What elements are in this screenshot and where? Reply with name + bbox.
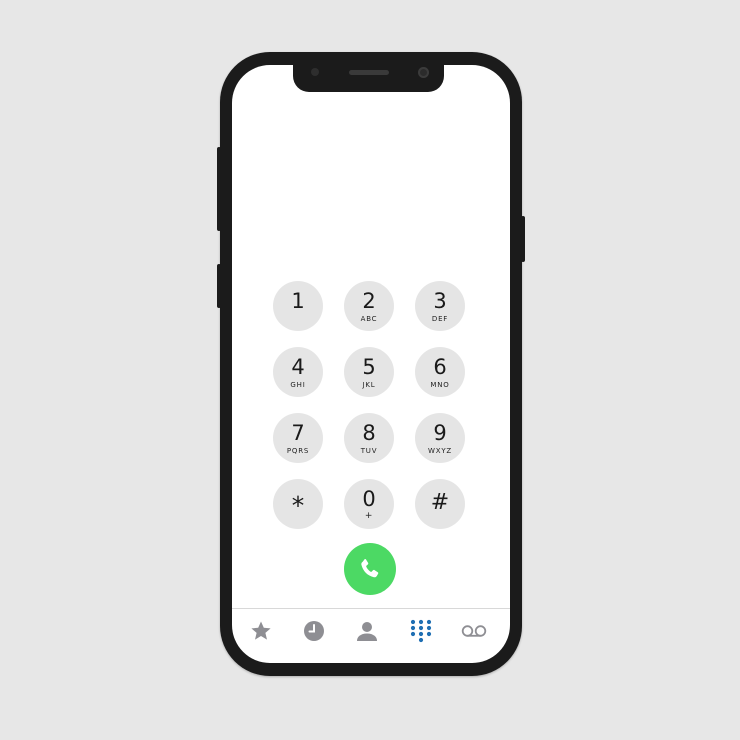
key-9[interactable]: 9 WXYZ: [415, 413, 465, 463]
key-digit: 5: [362, 355, 376, 379]
key-digit: #: [430, 490, 450, 515]
key-1[interactable]: 1: [273, 281, 323, 331]
key-5[interactable]: 5 JKL: [344, 347, 394, 397]
key-digit: 4: [291, 355, 305, 379]
key-letters: ABC: [360, 315, 378, 323]
tab-favorites[interactable]: [246, 619, 276, 645]
key-digit: 3: [433, 289, 447, 313]
phone-screen: 1 2 ABC 3 DEF 4 GHI 5 JKL 6 MNO 7 PQRS 8…: [232, 65, 510, 663]
key-letters: DEF: [431, 315, 449, 323]
key-7[interactable]: 7 PQRS: [273, 413, 323, 463]
sensor-icon: [311, 68, 319, 76]
silent-switch: [217, 147, 221, 231]
key-star[interactable]: *: [273, 479, 323, 529]
tab-recents[interactable]: [299, 619, 329, 645]
key-letters: MNO: [430, 381, 450, 389]
key-letters: WXYZ: [428, 447, 452, 455]
phone-frame: 1 2 ABC 3 DEF 4 GHI 5 JKL 6 MNO 7 PQRS 8…: [217, 52, 525, 676]
tab-contacts[interactable]: [352, 619, 382, 645]
key-letters: JKL: [362, 381, 376, 389]
tab-keypad[interactable]: [406, 619, 436, 645]
power-button: [521, 216, 525, 262]
volume-button: [217, 264, 221, 308]
key-3[interactable]: 3 DEF: [415, 281, 465, 331]
key-digit: *: [291, 491, 305, 520]
key-digit: 9: [433, 421, 447, 445]
key-letters: TUV: [360, 447, 378, 455]
tab-voicemail[interactable]: [459, 619, 489, 645]
earpiece-speaker: [349, 70, 389, 75]
key-digit: 0: [362, 487, 376, 511]
key-digit: 7: [291, 421, 305, 445]
front-camera-icon: [418, 67, 429, 78]
key-8[interactable]: 8 TUV: [344, 413, 394, 463]
key-hash[interactable]: #: [415, 479, 465, 529]
key-letters: +: [364, 511, 374, 521]
key-letters: PQRS: [286, 447, 310, 455]
keypad-grid-icon: [410, 619, 432, 643]
key-0[interactable]: 0 +: [344, 479, 394, 529]
key-digit: 8: [362, 421, 376, 445]
clock-icon: [304, 621, 324, 641]
phone-icon: [361, 559, 379, 578]
call-button[interactable]: [344, 543, 396, 595]
key-digit: 2: [362, 289, 376, 313]
key-6[interactable]: 6 MNO: [415, 347, 465, 397]
key-letters: GHI: [290, 381, 306, 389]
key-digit: 1: [291, 289, 305, 313]
notch: [293, 65, 444, 92]
key-digit: 6: [433, 355, 447, 379]
voicemail-icon: [461, 625, 487, 637]
key-2[interactable]: 2 ABC: [344, 281, 394, 331]
tab-bar: [232, 609, 510, 663]
key-4[interactable]: 4 GHI: [273, 347, 323, 397]
star-icon: [251, 621, 271, 640]
person-icon: [357, 622, 377, 641]
